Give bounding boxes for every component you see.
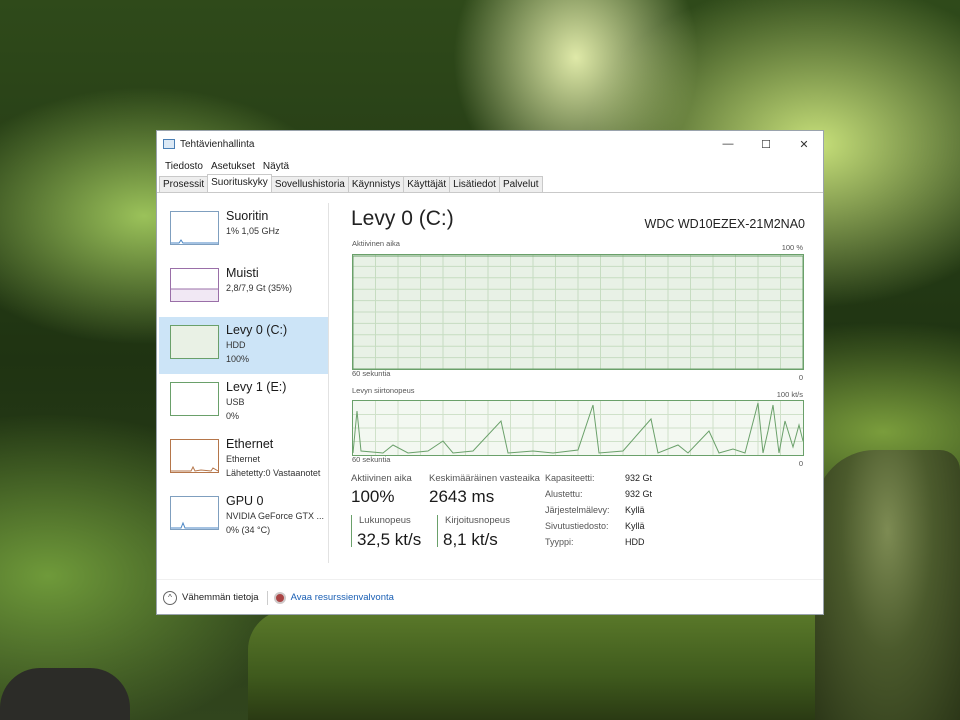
property-value: Kyllä: [625, 521, 645, 531]
transfer-rate-graph-min: 0: [798, 459, 803, 468]
sidebar-item-memory[interactable]: Muisti 2,8/7,9 Gt (35%): [159, 260, 328, 317]
sidebar-item-detail: NVIDIA GeForce GTX ...: [226, 511, 325, 521]
sidebar-item-cpu[interactable]: Suoritin 1% 1,05 GHz: [159, 203, 328, 260]
sidebar-item-gpu[interactable]: GPU 0 NVIDIA GeForce GTX ... 0% (34 °C): [159, 488, 328, 545]
sidebar-item-label: Ethernet: [226, 437, 274, 451]
property-key: Sivutustiedosto:: [545, 521, 609, 531]
window-title: Tehtävienhallinta: [180, 138, 255, 150]
sidebar-item-label: Muisti: [226, 266, 259, 280]
tab-startup[interactable]: Käynnistys: [347, 176, 405, 192]
active-time-stat-label: Aktiivinen aika: [351, 473, 412, 484]
moss-covered-statue: [815, 450, 960, 720]
performance-sidebar: Suoritin 1% 1,05 GHz Muisti 2,8/7,9 Gt (…: [159, 203, 329, 563]
tab-users[interactable]: Käyttäjät: [403, 176, 451, 192]
property-value: HDD: [625, 537, 645, 547]
maximize-button[interactable]: ☐: [747, 131, 785, 157]
transfer-rate-graph: [352, 400, 804, 456]
tab-services[interactable]: Palvelut: [498, 176, 543, 192]
sidebar-item-detail: 1% 1,05 GHz: [226, 226, 280, 236]
maximize-icon: ☐: [761, 138, 771, 151]
property-value: 932 Gt: [625, 473, 653, 483]
close-button[interactable]: ✕: [785, 131, 823, 157]
property-value: 932 Gt: [625, 489, 653, 499]
footer-bar: ^ Vähemmän tietoja Avaa resurssienvalvon…: [157, 579, 823, 615]
transfer-rate-graph-label: Levyn siirtonopeus: [352, 386, 415, 395]
sidebar-item-usage: 100%: [226, 354, 250, 364]
property-key: Tyyppi:: [545, 537, 574, 547]
sidebar-item-label: Levy 0 (C:): [226, 323, 288, 337]
sidebar-item-usage: Lähetetty:0 Vastaanotet: [226, 468, 321, 478]
sidebar-item-detail: 2,8/7,9 Gt (35%): [226, 283, 293, 293]
title-bar[interactable]: Tehtävienhallinta — ☐ ✕: [157, 131, 823, 157]
disk-1-mini-graph: [170, 382, 219, 416]
property-key: Alustettu:: [545, 489, 583, 499]
minimize-icon: —: [722, 138, 734, 150]
memory-mini-graph: [170, 268, 219, 302]
response-time-value: 2643 ms: [429, 487, 495, 506]
gpu-mini-graph: [170, 496, 219, 530]
chevron-up-icon[interactable]: ^: [163, 590, 177, 605]
tab-performance[interactable]: Suorituskyky: [207, 174, 272, 192]
disk-0-mini-graph: [170, 325, 219, 359]
close-icon: ✕: [799, 138, 809, 151]
menu-bar: Tiedosto Asetukset Näytä: [157, 157, 823, 175]
sidebar-item-usage: 0%: [226, 411, 240, 421]
transfer-rate-graph-timespan: 60 sekuntia: [352, 455, 391, 464]
write-speed-label: Kirjoitusnopeus: [445, 515, 510, 526]
disk-model: WDC WD10EZEX-21M2NA0: [644, 217, 805, 231]
active-time-graph-timespan: 60 sekuntia: [352, 369, 391, 378]
read-speed-marker: [351, 515, 352, 547]
response-time-label: Keskimääräinen vasteaika: [429, 473, 540, 484]
ethernet-mini-graph: [170, 439, 219, 473]
sidebar-item-ethernet[interactable]: Ethernet Ethernet Lähetetty:0 Vastaanote…: [159, 431, 328, 488]
sidebar-item-detail: Ethernet: [226, 454, 261, 464]
tab-processes[interactable]: Prosessit: [159, 176, 209, 192]
disk-detail-panel: Levy 0 (C:) WDC WD10EZEX-21M2NA0 Aktiivi…: [351, 207, 807, 577]
fewer-details-button[interactable]: Vähemmän tietoja: [182, 592, 259, 603]
resource-monitor-icon: [273, 591, 286, 604]
open-resource-monitor-link[interactable]: Avaa resurssienvalvonta: [291, 592, 394, 603]
sidebar-item-disk-0[interactable]: Levy 0 (C:) HDD 100%: [159, 317, 328, 374]
task-manager-app-icon: [163, 139, 175, 149]
sidebar-item-label: Levy 1 (E:): [226, 380, 287, 394]
performance-content: Suoritin 1% 1,05 GHz Muisti 2,8/7,9 Gt (…: [157, 193, 823, 577]
sidebar-item-label: GPU 0: [226, 494, 264, 508]
tab-bar: Prosessit Suorituskyky Sovellushistoria …: [157, 174, 823, 193]
write-speed-marker: [437, 515, 438, 547]
sidebar-item-label: Suoritin: [226, 209, 269, 223]
sidebar-item-usage: 0% (34 °C): [226, 525, 271, 535]
transfer-rate-graph-max: 100 kt/s: [776, 390, 803, 399]
divider: [266, 590, 268, 605]
sidebar-item-detail: USB: [226, 397, 245, 407]
active-time-stat-value: 100%: [351, 487, 395, 506]
dark-rock: [0, 668, 130, 720]
read-speed-label: Lukunopeus: [359, 515, 411, 526]
active-time-graph-min: 0: [798, 373, 803, 382]
sidebar-item-disk-1[interactable]: Levy 1 (E:) USB 0%: [159, 374, 328, 431]
active-time-graph: [352, 254, 804, 370]
menu-view[interactable]: Näytä: [259, 161, 293, 172]
cpu-mini-graph: [170, 211, 219, 245]
active-time-graph-max: 100 %: [781, 243, 803, 252]
menu-options[interactable]: Asetukset: [207, 161, 259, 172]
property-value: Kyllä: [625, 505, 645, 515]
property-key: Kapasiteetti:: [545, 473, 595, 483]
property-key: Järjestelmälevy:: [545, 505, 610, 515]
read-speed-value: 32,5 kt/s: [357, 530, 422, 549]
write-speed-value: 8,1 kt/s: [443, 530, 498, 549]
active-time-graph-label: Aktiivinen aika: [352, 239, 400, 248]
sidebar-item-detail: HDD: [226, 340, 246, 350]
active-time-area: [353, 255, 803, 369]
minimize-button[interactable]: —: [709, 131, 747, 157]
tab-app-history[interactable]: Sovellushistoria: [270, 176, 349, 192]
task-manager-window: Tehtävienhallinta — ☐ ✕ Tiedosto Asetuks…: [156, 130, 824, 615]
moss-covered-stone: [248, 610, 848, 720]
tab-details[interactable]: Lisätiedot: [449, 176, 500, 192]
menu-file[interactable]: Tiedosto: [161, 161, 207, 172]
